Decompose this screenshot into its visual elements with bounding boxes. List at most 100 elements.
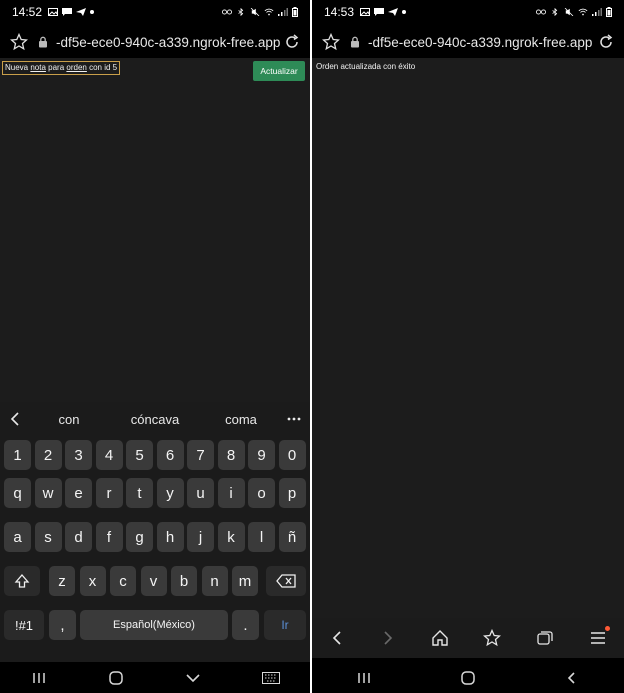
menu-button[interactable] bbox=[589, 626, 610, 647]
key[interactable]: b bbox=[171, 566, 197, 596]
back-nav-icon[interactable] bbox=[564, 671, 580, 685]
status-time: 14:53 bbox=[324, 5, 355, 19]
space-key[interactable]: Español(México) bbox=[80, 610, 228, 640]
status-time: 14:52 bbox=[12, 5, 43, 19]
key[interactable]: 9 bbox=[248, 440, 275, 470]
key[interactable]: n bbox=[201, 566, 228, 596]
forward-icon[interactable] bbox=[380, 630, 396, 646]
gallery-icon bbox=[360, 8, 371, 16]
period-key[interactable]: . bbox=[232, 610, 259, 640]
battery-icon bbox=[606, 7, 612, 17]
key[interactable]: t bbox=[126, 478, 153, 508]
telegram-icon bbox=[388, 8, 399, 16]
reload-icon[interactable] bbox=[598, 34, 614, 50]
tabs-icon[interactable] bbox=[536, 629, 554, 647]
key[interactable]: h bbox=[156, 522, 184, 552]
signal-icon bbox=[278, 8, 288, 16]
note-input[interactable]: Nueva nota para orden con id 5 bbox=[2, 61, 121, 75]
key[interactable]: z bbox=[49, 566, 75, 596]
reload-icon[interactable] bbox=[284, 34, 300, 50]
home-icon[interactable] bbox=[108, 670, 124, 686]
keyboard-icon[interactable] bbox=[261, 671, 280, 684]
suggestion-word[interactable]: coma bbox=[198, 412, 284, 427]
recents-icon[interactable] bbox=[31, 671, 47, 685]
key[interactable]: e bbox=[65, 478, 92, 508]
key[interactable]: f bbox=[95, 522, 123, 552]
back-icon[interactable] bbox=[329, 630, 345, 646]
key[interactable]: 5 bbox=[126, 440, 153, 470]
suggestion-word[interactable]: cóncava bbox=[112, 412, 198, 427]
url-text[interactable]: -df5e-ece0-940c-a339.ngrok-free.app bbox=[56, 35, 280, 50]
key[interactable]: o bbox=[248, 478, 275, 508]
notification-badge bbox=[604, 626, 610, 631]
message-icon bbox=[62, 8, 73, 16]
symbols-key[interactable]: !#1 bbox=[4, 610, 44, 640]
key[interactable]: 3 bbox=[65, 440, 92, 470]
link-icon bbox=[536, 9, 546, 15]
key[interactable]: w bbox=[34, 478, 62, 508]
key[interactable]: ñ bbox=[278, 522, 306, 552]
update-button[interactable]: Actualizar bbox=[253, 61, 305, 81]
key[interactable]: d bbox=[65, 522, 92, 552]
star-icon[interactable] bbox=[322, 33, 340, 51]
key[interactable]: y bbox=[156, 478, 184, 508]
key[interactable]: 8 bbox=[217, 440, 245, 470]
more-icon[interactable] bbox=[284, 411, 304, 427]
key[interactable]: s bbox=[34, 522, 62, 552]
browser-toolbar bbox=[312, 618, 624, 658]
recents-icon[interactable] bbox=[356, 671, 372, 685]
key[interactable]: k bbox=[217, 522, 245, 552]
key[interactable]: p bbox=[278, 478, 306, 508]
key[interactable]: q bbox=[4, 478, 31, 508]
web-content: Nueva nota para orden con id 5 Actualiza… bbox=[0, 58, 310, 402]
letter-row-2: a s d f g h j k l ñ bbox=[0, 522, 310, 552]
bookmarks-icon[interactable] bbox=[483, 629, 502, 647]
signal-icon bbox=[592, 8, 602, 16]
key[interactable]: 6 bbox=[156, 440, 184, 470]
key[interactable]: 2 bbox=[34, 440, 62, 470]
key[interactable]: 7 bbox=[187, 440, 214, 470]
key[interactable]: j bbox=[187, 522, 214, 552]
key[interactable]: c bbox=[110, 566, 136, 596]
url-text[interactable]: -df5e-ece0-940c-a339.ngrok-free.app bbox=[368, 35, 592, 50]
mute-icon bbox=[564, 8, 574, 16]
bluetooth-icon bbox=[552, 8, 558, 16]
link-icon bbox=[222, 9, 232, 15]
suggestion-bar: con cóncava coma bbox=[0, 402, 310, 436]
comma-key[interactable]: , bbox=[49, 610, 76, 640]
address-bar[interactable]: -df5e-ece0-940c-a339.ngrok-free.app bbox=[0, 26, 310, 58]
key[interactable]: a bbox=[4, 522, 31, 552]
home-icon[interactable] bbox=[460, 670, 476, 686]
key[interactable]: v bbox=[140, 566, 167, 596]
key[interactable]: 4 bbox=[95, 440, 123, 470]
wifi-icon bbox=[264, 8, 274, 16]
address-bar[interactable]: -df5e-ece0-940c-a339.ngrok-free.app bbox=[312, 26, 624, 58]
key[interactable]: 1 bbox=[4, 440, 31, 470]
key[interactable]: x bbox=[79, 566, 106, 596]
key[interactable]: i bbox=[217, 478, 245, 508]
lock-icon bbox=[39, 36, 47, 48]
notification-dot-icon bbox=[402, 10, 407, 14]
go-key[interactable]: Ir bbox=[264, 610, 306, 640]
key[interactable]: g bbox=[126, 522, 153, 552]
key[interactable]: r bbox=[95, 478, 123, 508]
left-phone-screen: 14:52 -df5e-ece0-940c-a339.ngrok-free.ap… bbox=[0, 0, 310, 693]
letter-row-1: q w e r t y u i o p bbox=[0, 478, 310, 508]
backspace-key[interactable] bbox=[266, 566, 306, 596]
key[interactable]: u bbox=[187, 478, 214, 508]
web-content: Orden actualizada con éxito bbox=[312, 58, 624, 618]
home-icon[interactable] bbox=[431, 629, 449, 647]
chevron-left-icon[interactable] bbox=[6, 411, 26, 427]
note-text-part: nota bbox=[30, 63, 46, 72]
key[interactable]: l bbox=[248, 522, 275, 552]
bluetooth-icon bbox=[238, 8, 244, 16]
wifi-icon bbox=[578, 8, 588, 16]
notification-dot-icon bbox=[90, 10, 95, 14]
key[interactable]: m bbox=[232, 566, 258, 596]
chevron-down-icon[interactable] bbox=[185, 671, 201, 685]
number-row: 1 2 3 4 5 6 7 8 9 0 bbox=[0, 440, 310, 470]
key[interactable]: 0 bbox=[278, 440, 306, 470]
suggestion-word[interactable]: con bbox=[26, 412, 112, 427]
shift-key[interactable] bbox=[4, 566, 40, 596]
star-icon[interactable] bbox=[10, 33, 28, 51]
